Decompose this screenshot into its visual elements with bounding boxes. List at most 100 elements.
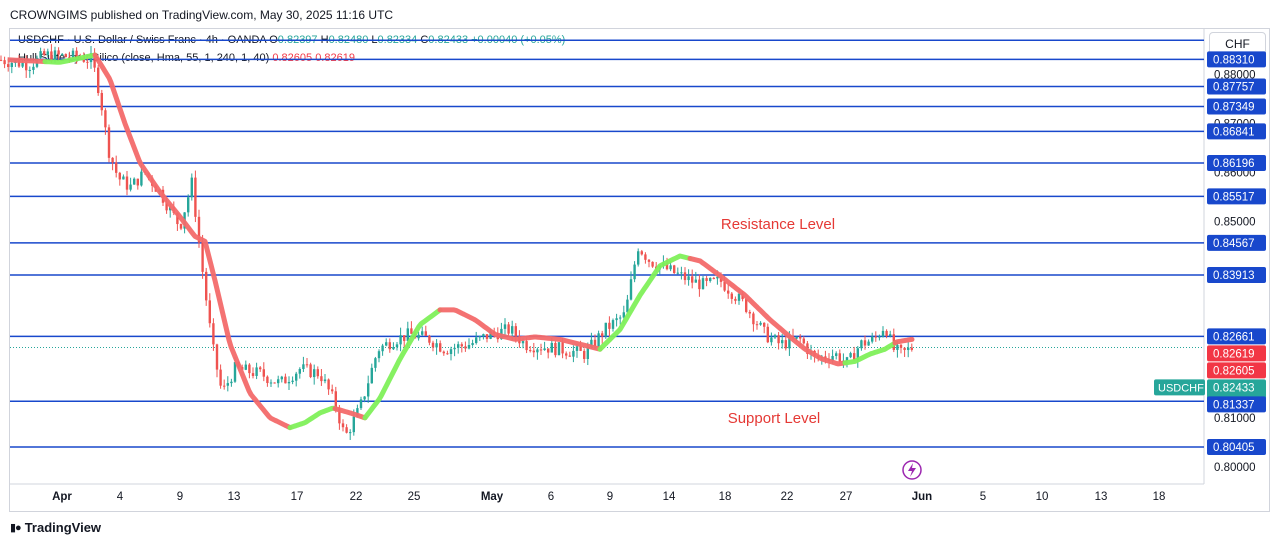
time-tick-label: 5 xyxy=(980,491,986,503)
candle-body xyxy=(179,224,183,229)
candle-body xyxy=(122,176,125,180)
candle-body xyxy=(680,272,683,274)
candle-body xyxy=(388,342,391,350)
price-label-text: 0.81337 xyxy=(1213,399,1255,411)
candle-body xyxy=(478,336,481,338)
candle-body xyxy=(385,342,388,346)
candle-body xyxy=(597,333,600,347)
candle-body xyxy=(676,272,679,274)
price-label-text: 0.82661 xyxy=(1213,331,1255,343)
price-label-text: 0.80405 xyxy=(1213,442,1255,454)
price-tick-label: 0.81000 xyxy=(1214,413,1256,425)
candle-body xyxy=(403,335,406,341)
candle-body xyxy=(341,423,345,428)
candle-body xyxy=(539,349,543,351)
support-label: Support Level xyxy=(728,410,821,427)
candle-body xyxy=(572,350,575,357)
candle-body xyxy=(212,323,215,345)
candle-body xyxy=(568,355,571,357)
candle-body xyxy=(25,62,28,71)
time-tick-label: 6 xyxy=(548,491,554,503)
candle-body xyxy=(100,93,103,111)
candle-body xyxy=(370,367,373,384)
candle-body xyxy=(748,311,751,314)
tradingview-logo[interactable]: ▮● TradingView xyxy=(10,520,101,535)
candle-body xyxy=(32,66,35,70)
candle-body xyxy=(651,261,654,267)
candle-body xyxy=(773,335,777,338)
time-tick-label: 27 xyxy=(840,491,853,503)
candle-body xyxy=(273,382,276,384)
hull-line xyxy=(7,52,915,431)
symbol-tag-text: USDCHF xyxy=(1158,382,1204,394)
candle-body xyxy=(10,63,13,67)
candle-body xyxy=(349,432,352,434)
price-chart[interactable]: 0.880000.870000.860000.850000.820000.810… xyxy=(0,0,1281,546)
price-label-text: 0.82605 xyxy=(1213,365,1255,377)
candle-body xyxy=(863,340,867,346)
candle-body xyxy=(727,290,730,294)
candle-body xyxy=(219,369,222,386)
candle-body xyxy=(543,348,546,351)
candle-body xyxy=(547,348,550,353)
candle-body xyxy=(633,264,636,280)
candle-body xyxy=(255,367,258,376)
candle-body xyxy=(781,340,784,344)
candle-body xyxy=(363,396,366,400)
candle-body xyxy=(39,51,42,58)
price-label-text: 0.87349 xyxy=(1213,102,1255,114)
candle-body xyxy=(644,254,647,260)
price-label-text: 0.88310 xyxy=(1213,54,1255,66)
price-label-text: 0.87757 xyxy=(1213,81,1255,93)
candle-body xyxy=(313,369,316,378)
candle-body xyxy=(201,242,204,272)
candle-body xyxy=(190,177,193,198)
candle-body xyxy=(471,343,474,345)
candle-body xyxy=(395,344,399,348)
candle-body xyxy=(615,318,618,321)
candle-body xyxy=(557,342,561,356)
candle-body xyxy=(129,184,132,190)
candle-body xyxy=(849,353,852,358)
candle-body xyxy=(637,251,640,265)
candle-body xyxy=(910,347,913,350)
price-label-text: 0.84567 xyxy=(1213,238,1255,250)
candle-body xyxy=(86,61,89,63)
candle-body xyxy=(529,350,532,352)
candle-body xyxy=(889,334,892,337)
candle-body xyxy=(115,162,118,173)
candle-body xyxy=(608,322,611,329)
candle-body xyxy=(874,336,877,338)
candle-body xyxy=(446,353,449,355)
candle-body xyxy=(359,399,363,409)
candle-body xyxy=(626,299,629,313)
candle-body xyxy=(334,391,337,409)
candle-body xyxy=(903,347,906,351)
candle-body xyxy=(860,340,863,349)
candle-body xyxy=(745,299,748,312)
time-tick-label: 13 xyxy=(228,491,241,503)
candle-body xyxy=(230,381,233,384)
grid xyxy=(10,28,1205,485)
candle-body xyxy=(532,350,535,353)
candle-body xyxy=(867,341,870,346)
candle-body xyxy=(878,336,881,338)
candle-body xyxy=(439,343,442,352)
candle-body xyxy=(691,276,694,283)
candle-body xyxy=(352,416,355,433)
tv-brand: TradingView xyxy=(24,520,102,535)
candle-body xyxy=(784,340,787,349)
candle-body xyxy=(43,51,46,55)
hull-segment-down xyxy=(892,336,915,346)
candle-body xyxy=(770,337,773,343)
candle-body xyxy=(57,50,60,55)
candle-body xyxy=(629,279,633,300)
time-tick-label: 4 xyxy=(117,491,124,503)
candle-body xyxy=(687,276,690,281)
candle-body xyxy=(453,347,456,350)
candle-body xyxy=(421,331,424,335)
time-tick-label: 18 xyxy=(719,491,732,503)
candle-body xyxy=(226,383,229,386)
candle-body xyxy=(262,369,265,377)
candle-body xyxy=(755,324,759,326)
